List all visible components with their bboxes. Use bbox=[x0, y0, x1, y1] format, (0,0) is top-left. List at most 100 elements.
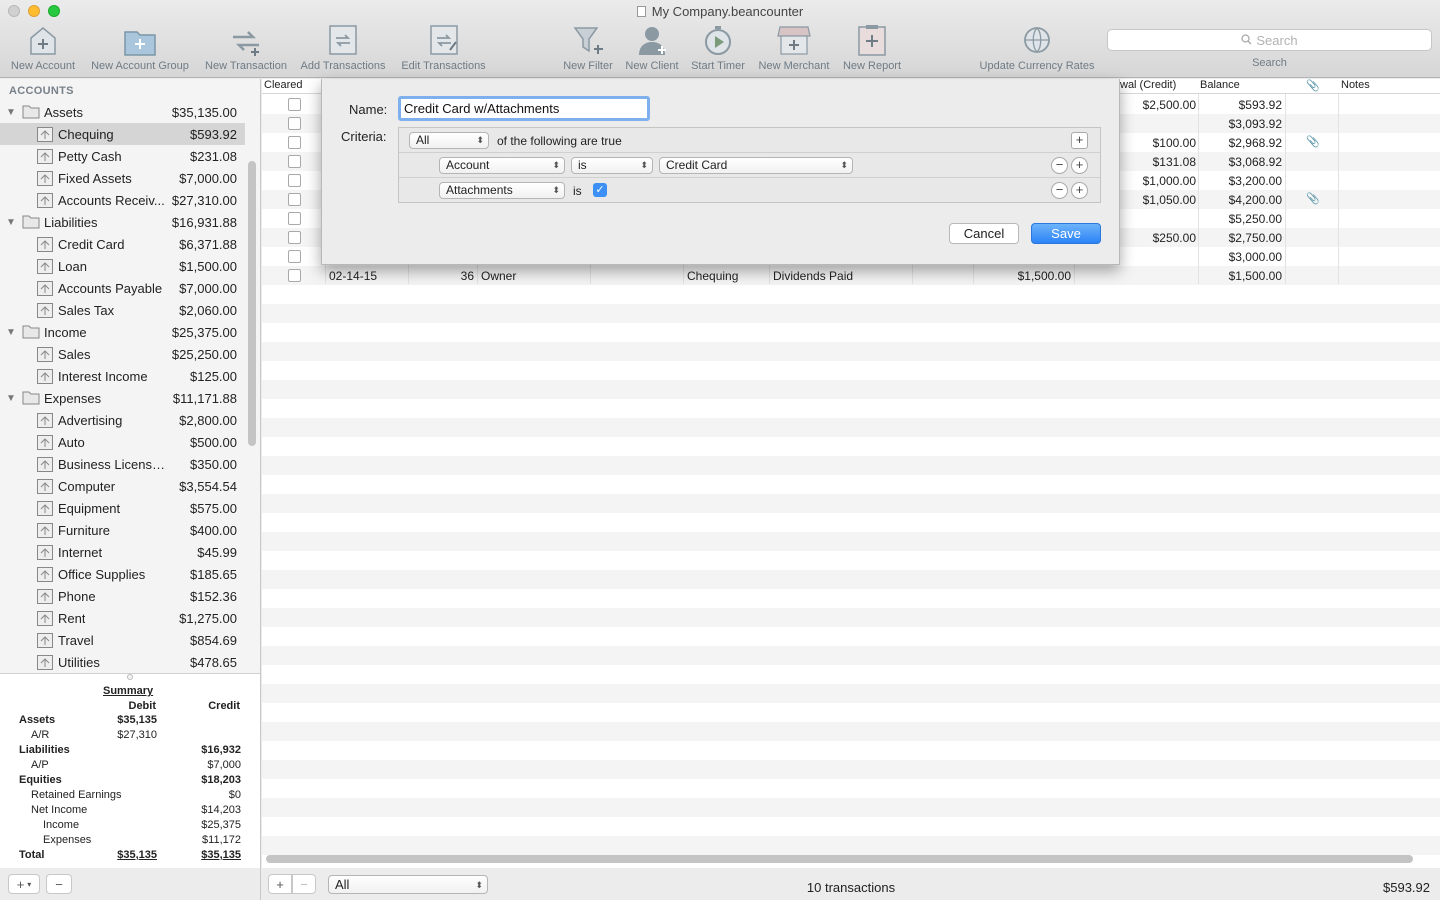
criterion-value-select[interactable]: Credit Card ⬍ bbox=[659, 157, 853, 174]
account-name: Office Supplies bbox=[58, 566, 146, 582]
account-row[interactable]: Business Licenses/... $350.00 bbox=[0, 453, 245, 475]
new-merchant-button[interactable]: New Merchant bbox=[754, 22, 834, 72]
account-name: Auto bbox=[58, 434, 85, 450]
start-timer-button[interactable]: Start Timer bbox=[686, 22, 750, 72]
col-cleared[interactable]: Cleared bbox=[264, 79, 303, 91]
sidebar-scrollbar[interactable] bbox=[248, 161, 256, 446]
filter-icon bbox=[558, 22, 618, 56]
paperclip-icon[interactable]: 📎 bbox=[1306, 135, 1320, 148]
disclosure-triangle-icon[interactable]: ▼ bbox=[6, 217, 16, 228]
summary-line: Assets $35,135 bbox=[0, 714, 261, 729]
horizontal-scrollbar[interactable] bbox=[266, 855, 1413, 863]
resize-handle[interactable] bbox=[127, 674, 133, 680]
account-name: Sales bbox=[58, 346, 91, 362]
attachments-checkbox[interactable]: ✓ bbox=[593, 183, 607, 197]
account-name: Assets bbox=[44, 104, 84, 120]
account-icon bbox=[36, 544, 54, 561]
account-name: Equipment bbox=[58, 500, 121, 516]
new-account-icon bbox=[8, 22, 78, 56]
cleared-checkbox[interactable] bbox=[288, 212, 301, 225]
account-row[interactable]: Fixed Assets $7,000.00 bbox=[0, 167, 245, 189]
table-stripe bbox=[262, 684, 1440, 703]
updown-arrows-icon: ⬍ bbox=[640, 160, 648, 170]
account-group-row[interactable]: ▼ Income $25,375.00 bbox=[0, 321, 245, 343]
account-row[interactable]: Accounts Receiv... $27,310.00 bbox=[0, 189, 245, 211]
cleared-checkbox[interactable] bbox=[288, 117, 301, 130]
new-account-button[interactable]: New Account bbox=[8, 22, 78, 72]
cleared-checkbox[interactable] bbox=[288, 193, 301, 206]
account-row[interactable]: Computer $3,554.54 bbox=[0, 475, 245, 497]
summary-label: Assets bbox=[19, 714, 56, 726]
edit-transactions-button[interactable]: Edit Transactions bbox=[396, 22, 491, 72]
account-row[interactable]: Rent $1,275.00 bbox=[0, 607, 245, 629]
save-button[interactable]: Save bbox=[1031, 223, 1101, 244]
criterion-field-select[interactable]: Account ⬍ bbox=[439, 157, 565, 174]
account-row[interactable]: Petty Cash $231.08 bbox=[0, 145, 245, 167]
remove-criterion-button[interactable]: − bbox=[1051, 182, 1068, 199]
new-transaction-button[interactable]: New Transaction bbox=[200, 22, 292, 72]
match-all-select[interactable]: All ⬍ bbox=[409, 132, 489, 149]
remove-account-button[interactable]: − bbox=[46, 874, 72, 894]
criterion-operator-select[interactable]: is ⬍ bbox=[571, 157, 653, 174]
account-row[interactable]: Phone $152.36 bbox=[0, 585, 245, 607]
account-group-row[interactable]: ▼ Expenses $11,171.88 bbox=[0, 387, 245, 409]
account-balance: $2,800.00 bbox=[179, 412, 237, 428]
col-notes[interactable]: Notes bbox=[1341, 79, 1370, 91]
tx-date: 02-14-15 bbox=[329, 269, 378, 283]
update-currency-rates-button[interactable]: Update Currency Rates bbox=[972, 22, 1102, 72]
col-withdrawal[interactable]: wal (Credit) bbox=[1120, 79, 1176, 91]
table-stripe bbox=[262, 532, 1440, 551]
cleared-checkbox[interactable] bbox=[288, 174, 301, 187]
report-icon bbox=[838, 22, 906, 56]
new-account-group-button[interactable]: New Account Group bbox=[85, 22, 195, 72]
disclosure-triangle-icon[interactable]: ▼ bbox=[6, 327, 16, 338]
account-row[interactable]: Loan $1,500.00 bbox=[0, 255, 245, 277]
disclosure-triangle-icon[interactable]: ▼ bbox=[6, 107, 16, 118]
account-row[interactable]: Advertising $2,800.00 bbox=[0, 409, 245, 431]
table-row[interactable]: 02-14-15 36 Owner Chequing Dividends Paid $1,… bbox=[262, 266, 1440, 285]
cleared-checkbox[interactable] bbox=[288, 269, 301, 282]
account-row[interactable]: Interest Income $125.00 bbox=[0, 365, 245, 387]
filter-name-input[interactable] bbox=[398, 96, 650, 121]
paperclip-icon[interactable]: 📎 bbox=[1306, 192, 1320, 205]
cancel-button[interactable]: Cancel bbox=[949, 223, 1019, 244]
search-input[interactable]: Search bbox=[1107, 29, 1432, 51]
add-criterion-button[interactable]: + bbox=[1071, 182, 1088, 199]
account-row[interactable]: Equipment $575.00 bbox=[0, 497, 245, 519]
account-row[interactable]: Furniture $400.00 bbox=[0, 519, 245, 541]
account-group-row[interactable]: ▼ Assets $35,135.00 bbox=[0, 101, 245, 123]
cleared-checkbox[interactable] bbox=[288, 155, 301, 168]
account-balance: $593.92 bbox=[190, 126, 237, 142]
account-row[interactable]: Utilities $478.65 bbox=[0, 651, 245, 673]
client-icon bbox=[620, 22, 684, 56]
add-account-menu-button[interactable]: + ▾ bbox=[8, 874, 40, 894]
add-transactions-button[interactable]: Add Transactions bbox=[296, 22, 390, 72]
account-group-row[interactable]: ▼ Liabilities $16,931.88 bbox=[0, 211, 245, 233]
new-report-button[interactable]: New Report bbox=[838, 22, 906, 72]
account-row[interactable]: Internet $45.99 bbox=[0, 541, 245, 563]
cleared-checkbox[interactable] bbox=[288, 136, 301, 149]
account-row[interactable]: Sales Tax $2,060.00 bbox=[0, 299, 245, 321]
add-criterion-button[interactable]: + bbox=[1071, 132, 1088, 149]
remove-criterion-button[interactable]: − bbox=[1051, 157, 1068, 174]
add-criterion-button[interactable]: + bbox=[1071, 157, 1088, 174]
table-stripe bbox=[262, 779, 1440, 798]
account-row[interactable]: Credit Card $6,371.88 bbox=[0, 233, 245, 255]
account-row[interactable]: Auto $500.00 bbox=[0, 431, 245, 453]
criterion-field-select[interactable]: Attachments ⬍ bbox=[439, 182, 565, 199]
new-client-button[interactable]: New Client bbox=[620, 22, 684, 72]
cleared-checkbox[interactable] bbox=[288, 98, 301, 111]
account-row[interactable]: Office Supplies $185.65 bbox=[0, 563, 245, 585]
disclosure-triangle-icon[interactable]: ▼ bbox=[6, 393, 16, 404]
cleared-checkbox[interactable] bbox=[288, 250, 301, 263]
account-icon bbox=[36, 478, 54, 495]
cleared-checkbox[interactable] bbox=[288, 231, 301, 244]
account-row[interactable]: Sales $25,250.00 bbox=[0, 343, 245, 365]
account-name: Petty Cash bbox=[58, 148, 122, 164]
col-balance[interactable]: Balance bbox=[1200, 79, 1240, 91]
col-attachment[interactable]: 📎 bbox=[1306, 79, 1320, 92]
new-filter-button[interactable]: New Filter bbox=[558, 22, 618, 72]
account-row[interactable]: Accounts Payable $7,000.00 bbox=[0, 277, 245, 299]
account-row[interactable]: Chequing $593.92 bbox=[0, 123, 245, 145]
account-row[interactable]: Travel $854.69 bbox=[0, 629, 245, 651]
